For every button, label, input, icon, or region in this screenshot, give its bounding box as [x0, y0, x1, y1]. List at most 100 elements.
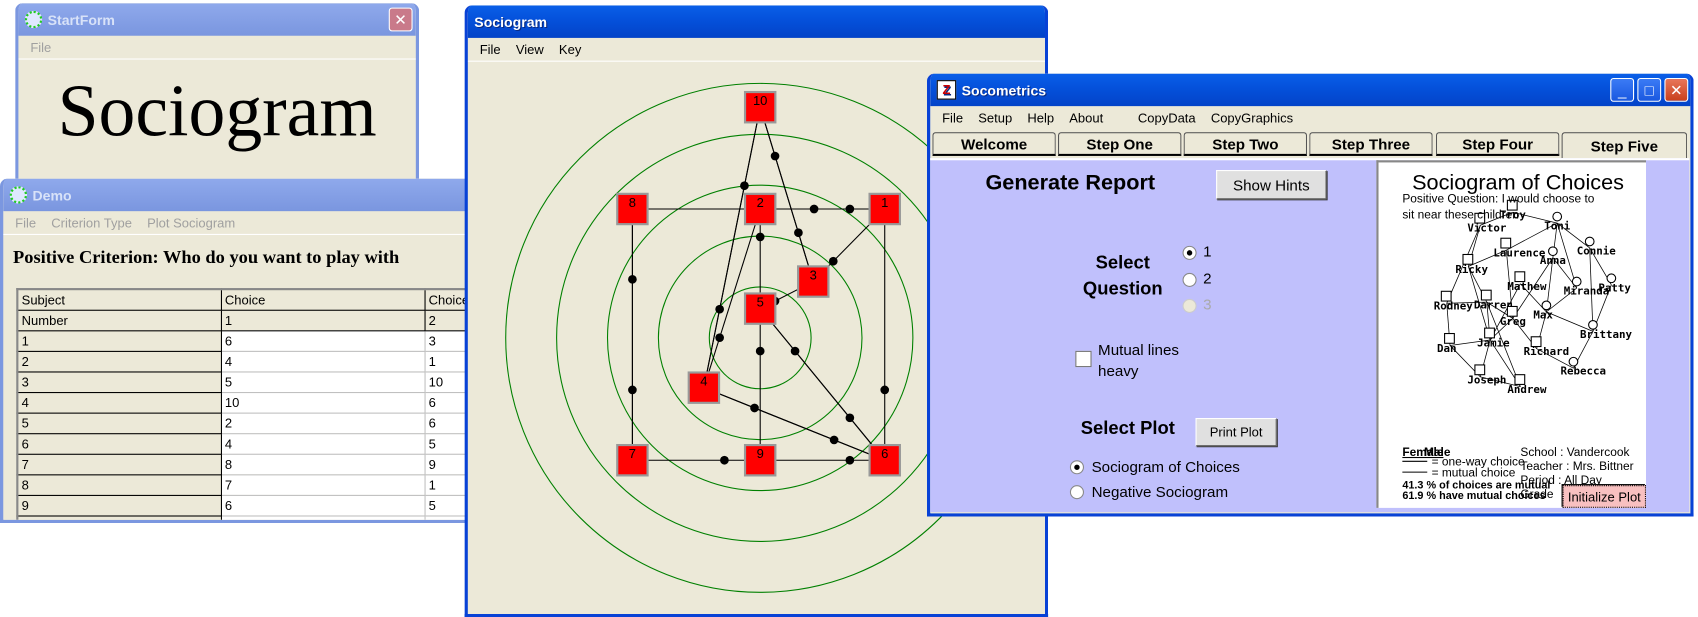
student-label: Max — [1533, 308, 1553, 321]
window-title: StartForm — [47, 11, 115, 28]
mutual-lines-label: Mutual lines heavy — [1098, 340, 1179, 381]
table-cell[interactable]: 8 — [220, 453, 426, 475]
close-button[interactable]: ✕ — [1664, 77, 1689, 102]
node-label: 9 — [757, 446, 764, 461]
table-cell[interactable]: 8 — [16, 474, 222, 496]
arrow-dot — [845, 455, 855, 465]
table-cell[interactable]: 2 — [220, 412, 426, 434]
table-cell[interactable]: 7 — [16, 453, 222, 475]
table-row[interactable]: 241 — [16, 350, 474, 372]
generate-report-heading: Generate Report — [985, 171, 1156, 195]
node-label: 2 — [757, 195, 764, 210]
maximize-button[interactable]: □ — [1637, 77, 1662, 102]
table-cell[interactable]: 6 — [16, 433, 222, 455]
student-label: Laurence — [1493, 247, 1546, 260]
question-radio-1[interactable] — [1182, 245, 1197, 260]
table-cell[interactable]: 6 — [220, 330, 426, 352]
plot-option-radio[interactable] — [1069, 460, 1084, 475]
arrow-dot — [880, 385, 890, 395]
label-line: heavy — [1098, 361, 1139, 380]
table-row[interactable]: 871 — [16, 474, 474, 496]
table-row[interactable]: 163 — [16, 330, 474, 352]
student-label: Rodney — [1434, 300, 1474, 313]
menu-copygraphics[interactable]: CopyGraphics — [1203, 110, 1300, 125]
label-line: Mutual lines — [1098, 341, 1179, 359]
menu-setup[interactable]: Setup — [971, 110, 1020, 125]
title-bar[interactable]: Demo — [3, 178, 474, 212]
table-row[interactable]: 965 — [16, 494, 474, 517]
table-cell[interactable]: 10 — [220, 392, 426, 414]
plot-option-radio[interactable] — [1069, 485, 1084, 500]
tab-step-three[interactable]: Step Three — [1309, 132, 1433, 156]
table-row[interactable]: 645 — [16, 433, 474, 455]
menu-view[interactable]: View — [508, 42, 551, 57]
question-radio-2[interactable] — [1182, 272, 1197, 287]
table-cell[interactable]: 4 — [220, 433, 426, 455]
table-cell[interactable]: 5 — [220, 371, 426, 393]
info-school: School : Vandercook — [1520, 446, 1630, 460]
show-hints-button[interactable]: Show Hints — [1216, 170, 1327, 200]
arrow-dot — [750, 403, 759, 413]
table-cell[interactable]: 4 — [220, 515, 426, 520]
student-label: Greg — [1500, 315, 1526, 328]
menu-help[interactable]: Help — [1020, 110, 1062, 125]
app-icon — [9, 186, 28, 204]
close-button[interactable]: ✕ — [388, 7, 413, 32]
minimize-button[interactable]: _ — [1610, 77, 1635, 102]
menu-copydata[interactable]: CopyData — [1130, 110, 1203, 125]
node-label: 5 — [757, 294, 764, 309]
arrow-dot — [809, 204, 819, 214]
menu-file[interactable]: File — [472, 42, 508, 57]
menu-file[interactable]: File — [23, 40, 59, 55]
label-line: Question — [1082, 278, 1163, 299]
table-row[interactable]: 526 — [16, 412, 474, 434]
tab-welcome[interactable]: Welcome — [932, 132, 1056, 156]
node-label: 6 — [881, 446, 888, 461]
title-bar[interactable]: StartForm — [18, 3, 416, 36]
menu-file[interactable]: File — [935, 110, 971, 125]
question-radio-3[interactable] — [1182, 298, 1197, 313]
column-header: Number — [16, 309, 222, 331]
table-row[interactable]: 4 10 6 — [16, 392, 474, 414]
table-row[interactable]: 789 — [16, 453, 474, 475]
table-cell[interactable]: 10 — [16, 515, 222, 520]
table-cell[interactable]: 4 — [220, 350, 426, 372]
tab-step-two[interactable]: Step Two — [1183, 132, 1308, 156]
table-row[interactable]: 3 5 10 — [16, 371, 474, 393]
table-cell[interactable]: 2 — [16, 350, 222, 372]
startform-window: StartForm ✕ File Sociogram — [15, 3, 420, 188]
tab-step-one[interactable]: Step One — [1057, 132, 1182, 156]
menu-file[interactable]: File — [8, 215, 44, 230]
tab-step-four[interactable]: Step Four — [1435, 132, 1560, 156]
table-cell[interactable]: 7 — [220, 474, 426, 496]
menu-plot-sociogram[interactable]: Plot Sociogram — [140, 215, 243, 230]
arrow-dot — [790, 346, 800, 356]
table-cell[interactable]: 9 — [16, 494, 222, 517]
table-cell[interactable]: 3 — [16, 371, 222, 393]
menu-about[interactable]: About — [1062, 110, 1111, 125]
title-bar[interactable]: Z Socometrics — [930, 73, 1691, 107]
student-label: Anna — [1540, 254, 1566, 267]
table-cell[interactable]: 4 — [16, 392, 222, 414]
table-cell[interactable]: 1 — [16, 330, 222, 352]
student-label: Jamie — [1477, 337, 1510, 350]
plot-preview: Troy Victor Toni Laurence Connie Anna Ricky Mat… — [1376, 160, 1647, 508]
print-plot-button[interactable]: Print Plot — [1195, 417, 1277, 447]
menu-criterion-type[interactable]: Criterion Type — [44, 215, 140, 230]
plot-option-label: Negative Sociogram — [1091, 482, 1229, 501]
student-label: Mathew — [1507, 280, 1547, 293]
table-cell[interactable]: 6 — [220, 494, 426, 517]
student-label: Richard — [1524, 345, 1570, 358]
arrow-dot — [755, 346, 765, 356]
menu-key[interactable]: Key — [551, 42, 589, 57]
initialize-plot-button[interactable]: Initialize Plot — [1562, 485, 1647, 508]
table-cell[interactable]: 5 — [16, 412, 222, 434]
plot-question: sit near these children — [1402, 208, 1519, 222]
choice-line — [703, 387, 885, 461]
table-row[interactable]: 1043 — [16, 515, 474, 520]
select-plot-label: Select Plot — [1080, 417, 1175, 439]
title-bar[interactable]: Sociogram — [467, 5, 1045, 38]
tab-step-five[interactable]: Step Five — [1561, 132, 1688, 159]
arrow-dot — [720, 455, 729, 465]
mutual-lines-checkbox[interactable] — [1075, 350, 1092, 368]
